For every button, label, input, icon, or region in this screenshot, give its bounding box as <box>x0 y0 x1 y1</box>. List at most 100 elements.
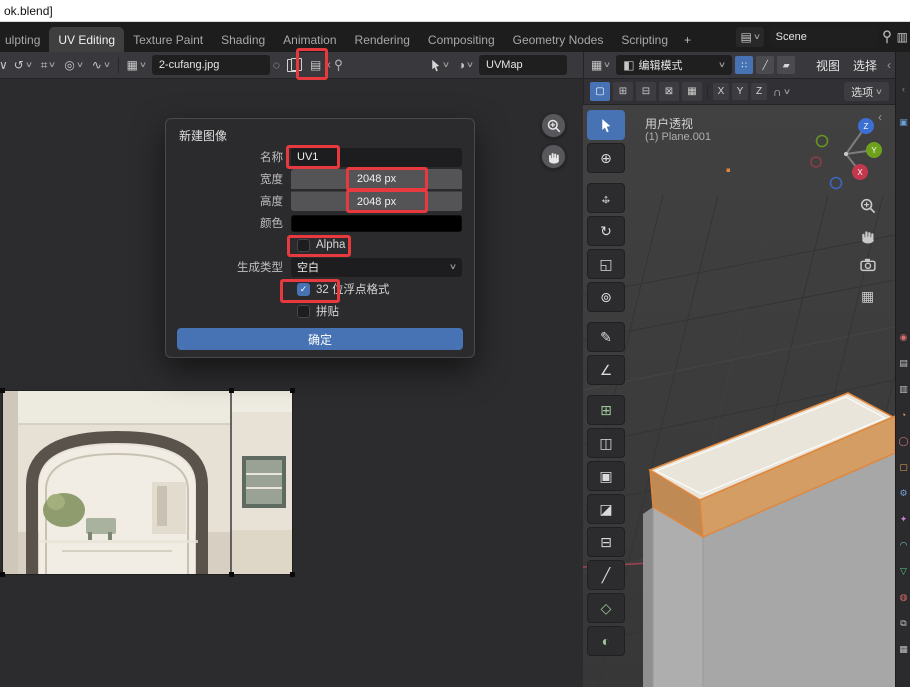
properties-tab-texture[interactable]: ⧉ <box>896 619 910 628</box>
properties-tab-render[interactable]: ◉ <box>896 333 910 342</box>
select-mode-subtract-button[interactable]: ⊟ <box>636 82 656 101</box>
viewport-camera-button[interactable] <box>860 257 877 275</box>
tool-transform[interactable]: ⊚ <box>587 282 625 312</box>
uv-snap-dropdown[interactable]: ⌗ ∨ <box>38 55 59 75</box>
new-image-button[interactable] <box>283 58 307 72</box>
scene-browse-dropdown[interactable]: ▤ ∨ <box>736 27 763 47</box>
tool-add-cube[interactable]: ⊞ <box>587 395 625 425</box>
properties-tab-material[interactable]: ◍ <box>896 593 910 602</box>
tool-rotate[interactable]: ↻ <box>587 216 625 246</box>
tool-options-dropdown[interactable]: 选项 ∨ <box>844 82 889 101</box>
tool-cursor[interactable]: ⊕ <box>587 143 625 173</box>
float32-checkbox[interactable]: ✓ <box>297 283 310 296</box>
height-input[interactable]: 2048 px <box>291 191 462 211</box>
name-input[interactable]: UV1 <box>291 148 462 167</box>
viewport-ortho-grid-button[interactable]: ▦ <box>861 288 874 305</box>
tool-poly-build[interactable]: ◇ <box>587 593 625 623</box>
properties-tab-constraints[interactable]: ▦ <box>896 645 910 654</box>
falloff-dropdown[interactable]: ∿ ∨ <box>89 55 113 75</box>
generated-type-dropdown[interactable]: 空白 ∨ <box>291 258 462 277</box>
uv-corner-handle[interactable] <box>229 388 234 393</box>
cropped-editor-type-icon[interactable]: ∨ <box>0 59 8 71</box>
properties-tab-particles[interactable]: ✦ <box>896 515 910 524</box>
mirror-z-toggle[interactable]: Z <box>751 83 767 100</box>
tool-select-box[interactable] <box>587 110 625 140</box>
alpha-checkbox[interactable] <box>297 239 310 252</box>
pin-image-icon[interactable] <box>334 59 343 72</box>
properties-tab-physics[interactable]: ◠ <box>896 541 910 550</box>
viewport-zoom-button[interactable] <box>860 198 876 217</box>
pin-icon[interactable] <box>882 30 892 44</box>
color-swatch[interactable] <box>291 215 462 232</box>
face-select-button[interactable]: ▰ <box>777 56 795 74</box>
tool-move[interactable]: ↔ ↕ <box>587 183 625 213</box>
display-channels-dropdown[interactable]: ◑ ∨ <box>455 55 476 75</box>
snap-falloff-dropdown[interactable]: ∩ ∨ <box>770 82 792 102</box>
uv-corner-handle[interactable] <box>0 388 5 393</box>
properties-tab-scene[interactable]: ◔ <box>896 411 910 420</box>
add-workspace-button[interactable]: + <box>677 27 698 52</box>
uv-select-tool-dropdown[interactable]: ∨ <box>427 55 452 75</box>
strip-collapse-icon[interactable]: ‹ <box>896 85 910 94</box>
uv-corner-handle[interactable] <box>229 572 234 577</box>
properties-tab-modifiers[interactable]: ⚙ <box>896 489 910 498</box>
properties-tab-object-data[interactable]: ▽ <box>896 567 910 576</box>
proportional-edit-dropdown[interactable]: ◎ ∨ <box>61 55 85 75</box>
tab-rendering[interactable]: Rendering <box>346 27 419 52</box>
uv-history-dropdown[interactable]: ↺ ∨ <box>11 55 35 75</box>
tool-inset-faces[interactable]: ▣ <box>587 461 625 491</box>
browse-image-dropdown[interactable]: ▦ ∨ <box>124 55 149 75</box>
tab-texture-paint[interactable]: Texture Paint <box>124 27 212 52</box>
viewport-pan-button[interactable] <box>860 228 876 247</box>
properties-tab-world[interactable]: ◯ <box>896 437 910 446</box>
tiled-checkbox[interactable] <box>297 305 310 318</box>
uv-corner-handle[interactable] <box>290 388 295 393</box>
uv-corner-handle[interactable] <box>0 572 5 577</box>
mirror-x-toggle[interactable]: X <box>713 83 729 100</box>
tool-knife[interactable]: ╱ <box>587 560 625 590</box>
select-mode-new-button[interactable]: ▢ <box>590 82 610 101</box>
image-menu-icon[interactable]: ▤ <box>310 59 321 71</box>
view-layer-icon[interactable]: ▥ <box>897 31 908 43</box>
tool-measure[interactable]: ∠ <box>587 355 625 385</box>
tab-scripting[interactable]: Scripting <box>612 27 677 52</box>
select-mode-intersect-button[interactable]: ▦ <box>682 82 702 101</box>
uvmap-field[interactable]: UVMap <box>479 55 567 75</box>
image-name-field[interactable]: 2-cufang.jpg <box>152 55 270 75</box>
navigation-gizmo[interactable]: Z Y X <box>806 112 886 196</box>
select-menu[interactable]: 选择 <box>848 57 882 74</box>
properties-tab-view-layer[interactable]: ▥ <box>896 385 910 394</box>
tab-animation[interactable]: Animation <box>274 27 345 52</box>
header-collapse-icon[interactable]: ‹ <box>887 58 891 72</box>
vertex-select-button[interactable]: ∷ <box>735 56 753 74</box>
properties-tab-object[interactable]: ▢ <box>896 463 910 472</box>
tool-spin[interactable]: ◐ <box>587 626 625 656</box>
tool-annotate[interactable]: ✎ <box>587 322 625 352</box>
mode-dropdown[interactable]: ◧ 编辑模式 ∨ <box>616 55 732 75</box>
view-menu[interactable]: 视图 <box>811 57 845 74</box>
fade-image-icon[interactable]: ◌ <box>273 59 280 71</box>
unlink-image-icon[interactable]: × <box>324 59 331 71</box>
uv-image-region[interactable] <box>2 390 293 575</box>
tool-scale[interactable]: ◱ <box>587 249 625 279</box>
ok-button[interactable]: 确定 <box>177 328 463 350</box>
uv-corner-handle[interactable] <box>290 572 295 577</box>
tab-compositing[interactable]: Compositing <box>419 27 504 52</box>
tool-loop-cut[interactable]: ⊟ <box>587 527 625 557</box>
uv-zoom-button[interactable] <box>541 113 566 138</box>
tab-uv-editing[interactable]: UV Editing <box>49 27 124 52</box>
mirror-y-toggle[interactable]: Y <box>732 83 748 100</box>
properties-tab-output[interactable]: ▤ <box>896 359 910 368</box>
tool-bevel[interactable]: ◪ <box>587 494 625 524</box>
tab-sculpting[interactable]: ulpting <box>0 27 49 52</box>
tab-geometry-nodes[interactable]: Geometry Nodes <box>504 27 613 52</box>
select-mode-extend-button[interactable]: ⊞ <box>613 82 633 101</box>
select-mode-invert-button[interactable]: ⊠ <box>659 82 679 101</box>
width-input[interactable]: 2048 px <box>291 169 462 189</box>
edge-select-button[interactable]: ╱ <box>756 56 774 74</box>
scene-name-field[interactable]: Scene <box>769 27 877 47</box>
editor-type-dropdown[interactable]: ▦ ∨ <box>588 55 613 75</box>
tab-shading[interactable]: Shading <box>212 27 274 52</box>
uv-pan-button[interactable] <box>541 144 566 169</box>
tool-extrude-region[interactable]: ◫ <box>587 428 625 458</box>
